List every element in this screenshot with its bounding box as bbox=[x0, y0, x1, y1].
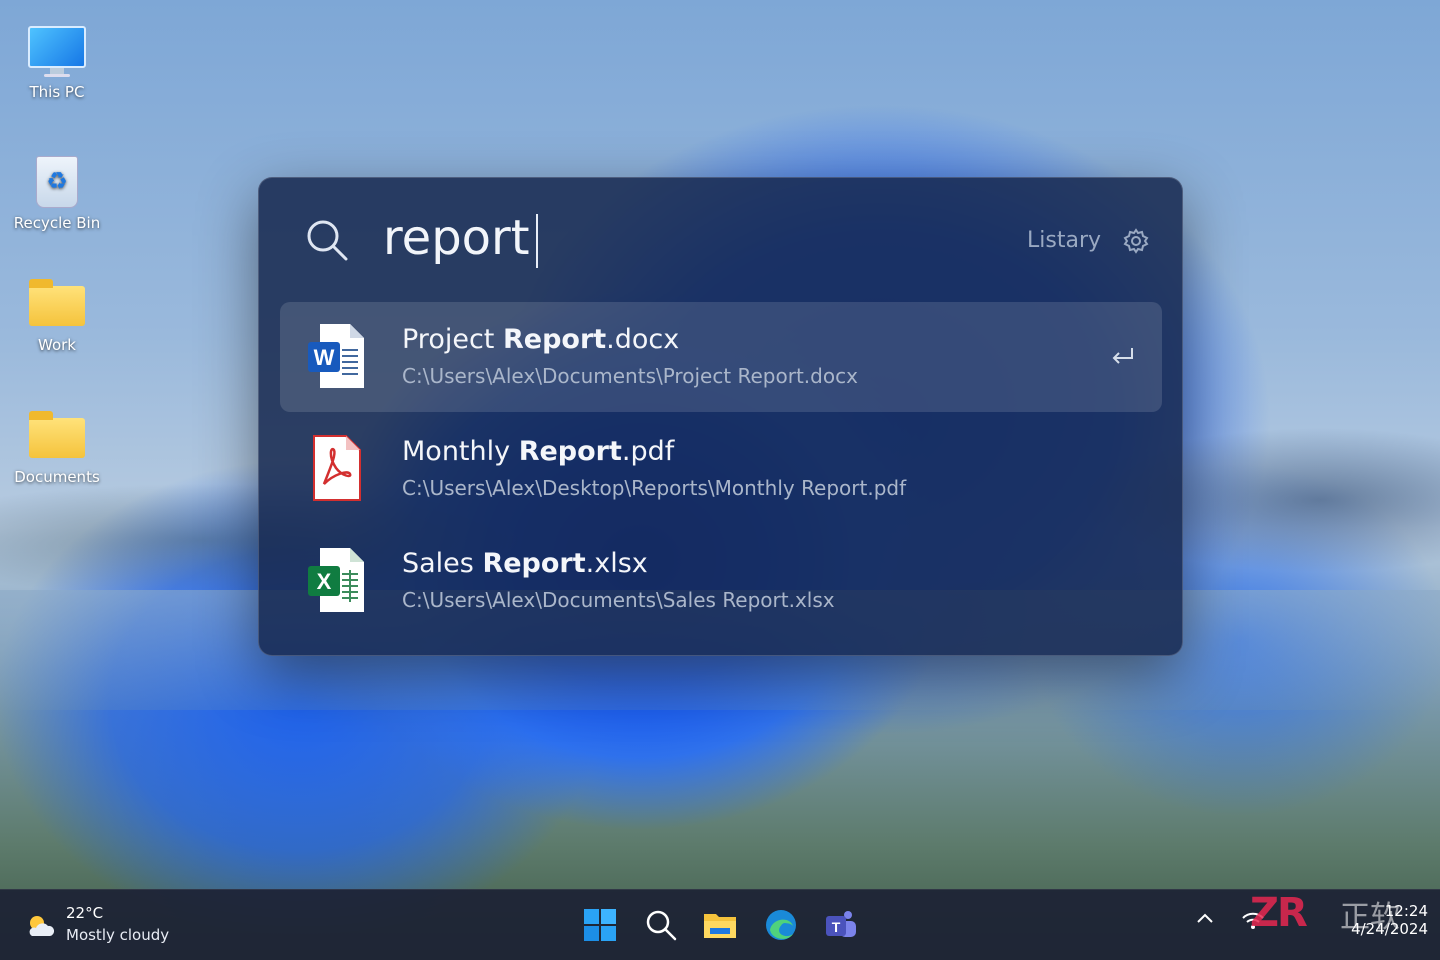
monitor-icon bbox=[2, 26, 112, 77]
result-title: Project Report.docx bbox=[402, 324, 680, 355]
result-item-sales-report[interactable]: X Sales Report.xlsx C:\Users\Alex\Docume… bbox=[280, 526, 1162, 636]
edge-icon[interactable] bbox=[762, 906, 800, 944]
teams-icon[interactable]: T bbox=[822, 906, 860, 944]
desktop-icon-recycle-bin[interactable]: Recycle Bin bbox=[2, 156, 112, 232]
result-path: C:\Users\Alex\Documents\Sales Report.xls… bbox=[402, 588, 835, 612]
desktop-icon-label: Documents bbox=[14, 468, 100, 486]
svg-text:X: X bbox=[317, 569, 332, 594]
desktop-icon-label: Work bbox=[38, 336, 76, 354]
result-item-project-report[interactable]: W Project Report.docx C:\Users\Alex\Docu… bbox=[280, 302, 1162, 412]
result-path: C:\Users\Alex\Documents\Project Report.d… bbox=[402, 364, 858, 388]
text-caret bbox=[535, 214, 538, 268]
weather-desc: Mostly cloudy bbox=[66, 926, 170, 944]
desktop-icon-work[interactable]: Work bbox=[2, 279, 112, 354]
taskbar: 22°C Mostly cloudy T 12:24 4/24/2024 bbox=[0, 889, 1440, 960]
pdf-icon bbox=[313, 435, 361, 501]
folder-icon bbox=[29, 411, 85, 458]
result-path: C:\Users\Alex\Desktop\Reports\Monthly Re… bbox=[402, 476, 907, 500]
search-input[interactable]: report bbox=[383, 208, 538, 268]
desktop-icon-label: Recycle Bin bbox=[13, 214, 101, 232]
chevron-up-icon[interactable] bbox=[1194, 908, 1216, 930]
file-explorer-icon[interactable] bbox=[701, 906, 739, 944]
watermark-text: 正软 bbox=[1340, 900, 1400, 935]
recycle-bin-icon bbox=[36, 156, 78, 208]
result-title: Monthly Report.pdf bbox=[402, 436, 675, 467]
search-query-text: report bbox=[383, 210, 530, 266]
partly-cloudy-icon bbox=[29, 916, 55, 936]
result-title: Sales Report.xlsx bbox=[402, 548, 648, 579]
search-icon bbox=[307, 220, 348, 261]
svg-text:T: T bbox=[832, 919, 841, 935]
gear-icon[interactable] bbox=[1123, 228, 1149, 254]
desktop-icon-documents[interactable]: Documents bbox=[2, 411, 112, 486]
result-item-monthly-report[interactable]: Monthly Report.pdf C:\Users\Alex\Desktop… bbox=[280, 414, 1162, 524]
word-icon: W bbox=[308, 324, 364, 388]
excel-icon: X bbox=[308, 548, 364, 612]
folder-icon bbox=[29, 279, 85, 326]
search-launcher-panel: report Listary W Project Report.docx C:\… bbox=[258, 177, 1183, 656]
brand-label: Listary bbox=[1027, 228, 1102, 253]
svg-text:W: W bbox=[314, 345, 335, 370]
start-icon[interactable] bbox=[581, 906, 619, 944]
desktop-icon-this-pc[interactable]: This PC bbox=[2, 26, 112, 101]
watermark-logo: ZR bbox=[1250, 890, 1308, 936]
desktop-icon-label: This PC bbox=[29, 83, 85, 101]
search-icon[interactable] bbox=[642, 906, 680, 944]
enter-key-icon bbox=[1112, 348, 1133, 364]
weather-temp: 22°C bbox=[66, 904, 104, 922]
